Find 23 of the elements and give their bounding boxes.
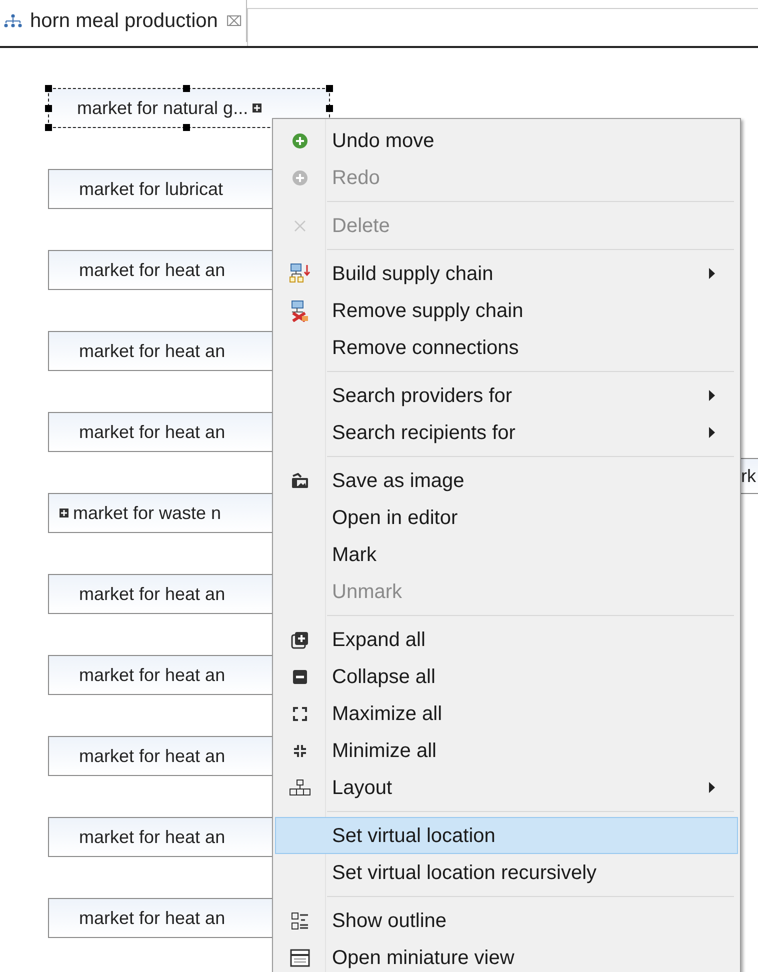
- menu-item[interactable]: Open miniature view: [275, 939, 738, 972]
- process-node[interactable]: market for natural g...: [48, 88, 330, 128]
- menu-item[interactable]: Remove supply chain: [275, 292, 738, 329]
- node-label: market for heat an: [79, 420, 226, 444]
- menu-item[interactable]: Maximize all: [275, 695, 738, 732]
- node-label: market for natural g...: [77, 96, 248, 120]
- node-label: market for heat an: [79, 258, 226, 282]
- node-label: market for lubricat: [79, 178, 224, 200]
- tab-title: horn meal production: [30, 9, 218, 34]
- node-label: market for heat an: [79, 582, 226, 606]
- node-label: rk: [741, 464, 756, 488]
- menu-item[interactable]: Set virtual location: [275, 817, 738, 854]
- node-label: market for heat an: [79, 744, 226, 768]
- node-label: market for heat an: [79, 826, 226, 848]
- menu-item[interactable]: Mark: [275, 536, 738, 573]
- menu-item[interactable]: Expand all: [275, 621, 738, 658]
- tab-close-button[interactable]: ⌧: [226, 10, 242, 32]
- node-label: market for heat an: [79, 664, 226, 686]
- node-label: market for waste n: [73, 502, 222, 524]
- menu-item[interactable]: Search providers for: [275, 377, 738, 414]
- menu-item[interactable]: Set virtual location recursively: [275, 854, 738, 891]
- node-label: market for heat an: [79, 340, 226, 362]
- node-label: market for heat an: [79, 906, 226, 930]
